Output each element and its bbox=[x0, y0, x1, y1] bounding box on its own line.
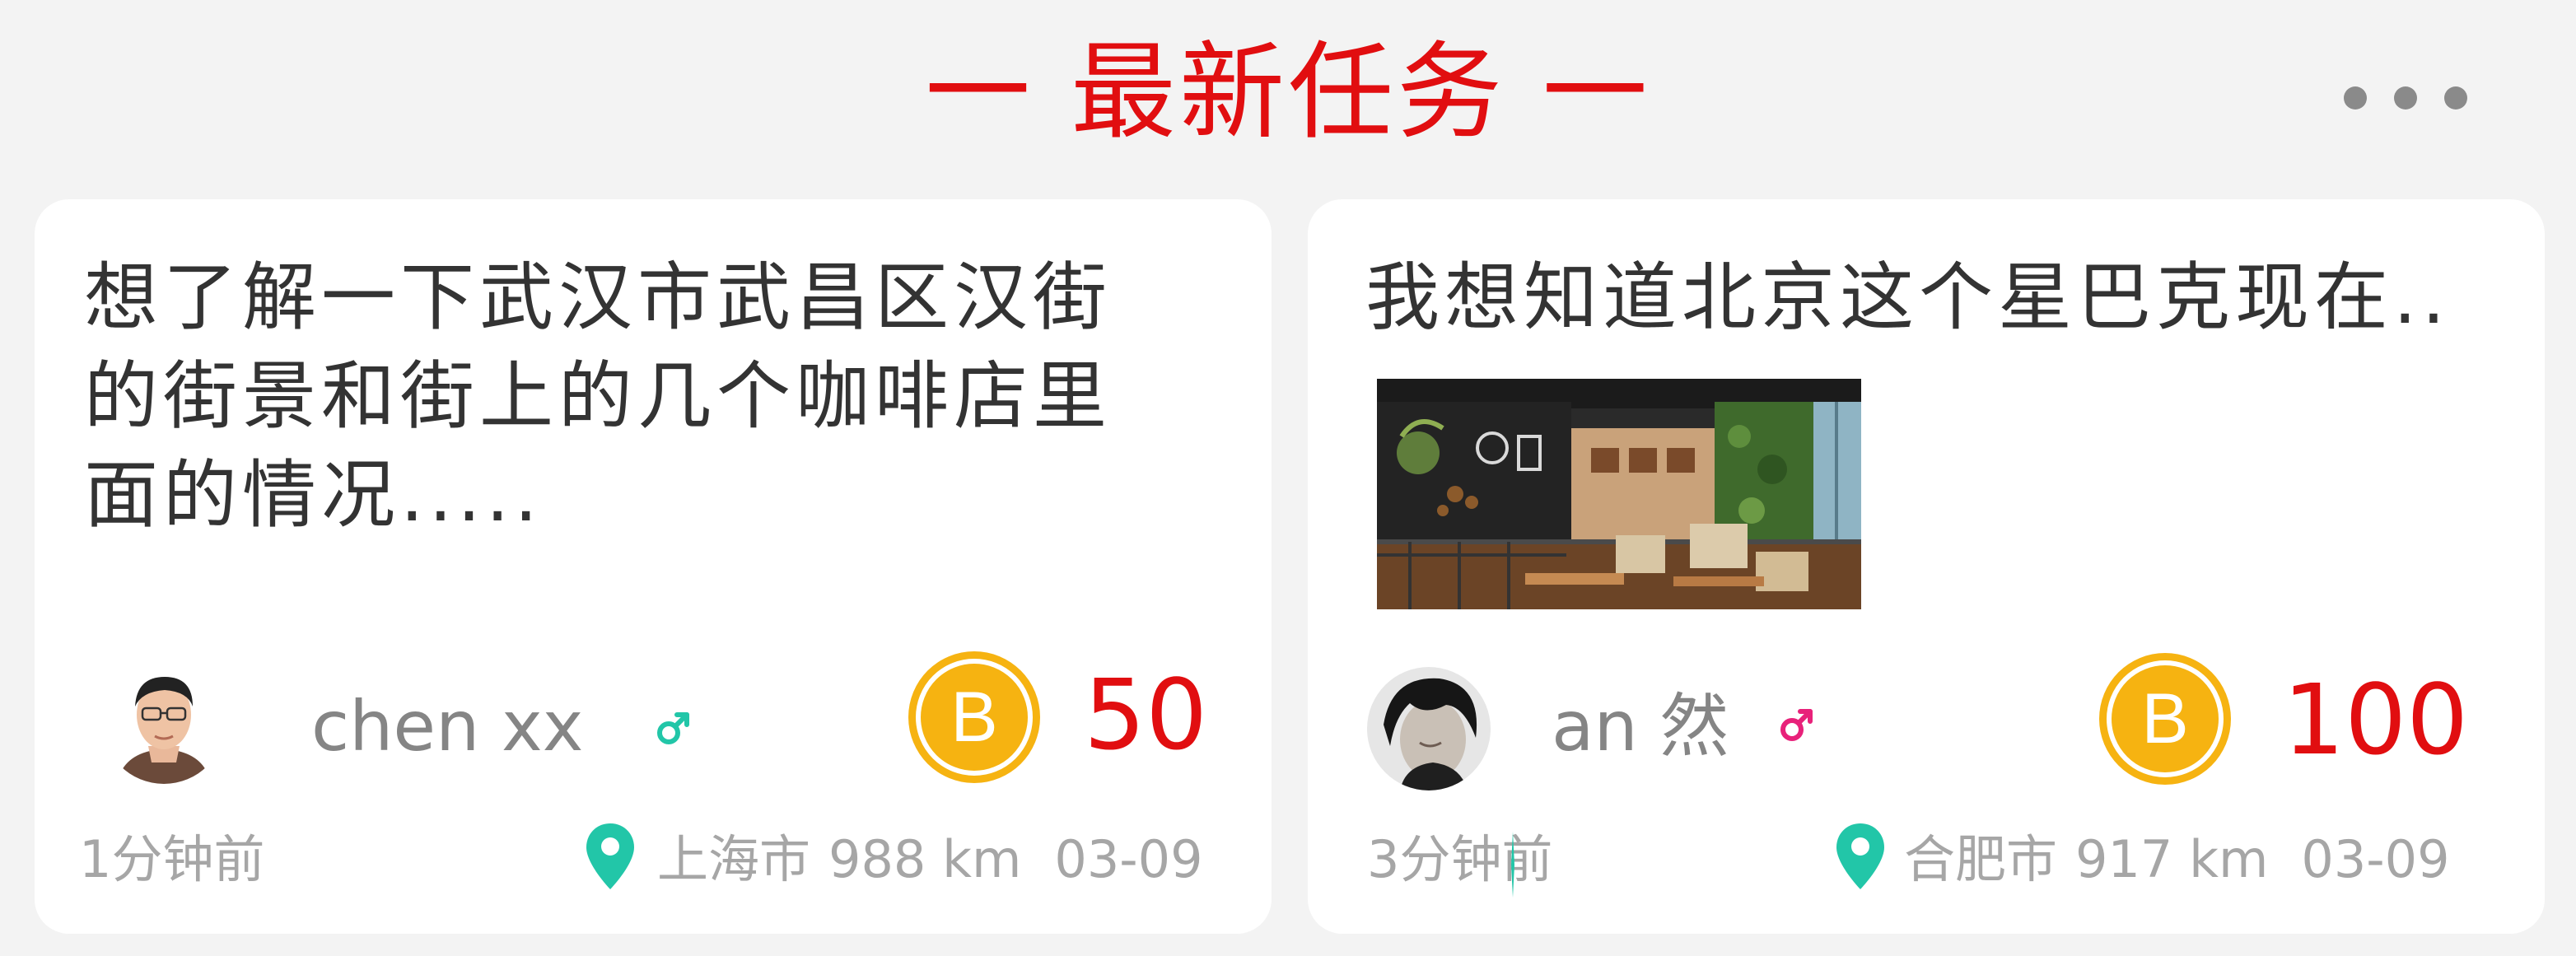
section-title: 一 最新任务 一 bbox=[925, 31, 1651, 154]
username[interactable]: chen xx bbox=[311, 685, 583, 767]
avatar-photo-icon bbox=[1367, 667, 1491, 790]
task-description: 想了解一下武汉市武昌区汉街 的街景和街上的几个咖啡店里 面的情况..... bbox=[84, 254, 1112, 539]
task-card[interactable]: 想了解一下武汉市武昌区汉街 的街景和街上的几个咖啡店里 面的情况..... ch… bbox=[35, 199, 1272, 934]
posted-time: 3分钟前 bbox=[1367, 829, 1553, 889]
location-pin-icon bbox=[586, 823, 634, 889]
coin-letter: B bbox=[2141, 679, 2188, 758]
reward-amount: 100 bbox=[2283, 663, 2469, 776]
text-cursor-icon bbox=[1511, 832, 1514, 898]
task-card[interactable]: 我想知道北京这个星巴克现在.. an 然 B 100 3分钟前 合肥市 917 … bbox=[1308, 199, 2545, 934]
task-photo[interactable] bbox=[1377, 379, 1861, 609]
username[interactable]: an 然 bbox=[1552, 685, 1729, 767]
more-dot-icon bbox=[2344, 86, 2367, 110]
coin-b-icon: B bbox=[2099, 653, 2231, 785]
post-date: 03-09 bbox=[1054, 829, 1203, 889]
more-dot-icon bbox=[2444, 86, 2467, 110]
distance: 917 km bbox=[2075, 829, 2269, 889]
reward-amount: 50 bbox=[1084, 658, 1208, 772]
avatar[interactable] bbox=[1367, 667, 1491, 790]
location-meta: 合肥市 917 km 03-09 bbox=[1904, 827, 2450, 893]
avatar[interactable] bbox=[102, 660, 226, 784]
more-options-button[interactable] bbox=[2344, 86, 2467, 110]
posted-time: 1分钟前 bbox=[79, 829, 265, 889]
coin-b-icon: B bbox=[908, 651, 1040, 783]
task-description: 我想知道北京这个星巴克现在.. bbox=[1365, 254, 2451, 341]
more-dot-icon bbox=[2394, 86, 2417, 110]
city: 上海市 bbox=[657, 829, 811, 889]
post-date: 03-09 bbox=[2301, 829, 2450, 889]
distance: 988 km bbox=[828, 829, 1022, 889]
male-icon bbox=[1780, 709, 1813, 741]
male-icon bbox=[657, 712, 689, 744]
location-meta: 上海市 988 km 03-09 bbox=[657, 827, 1203, 893]
location-pin-icon bbox=[1836, 823, 1884, 889]
coin-letter: B bbox=[950, 678, 997, 757]
city: 合肥市 bbox=[1904, 829, 2058, 889]
avatar-photo-icon bbox=[102, 660, 226, 784]
